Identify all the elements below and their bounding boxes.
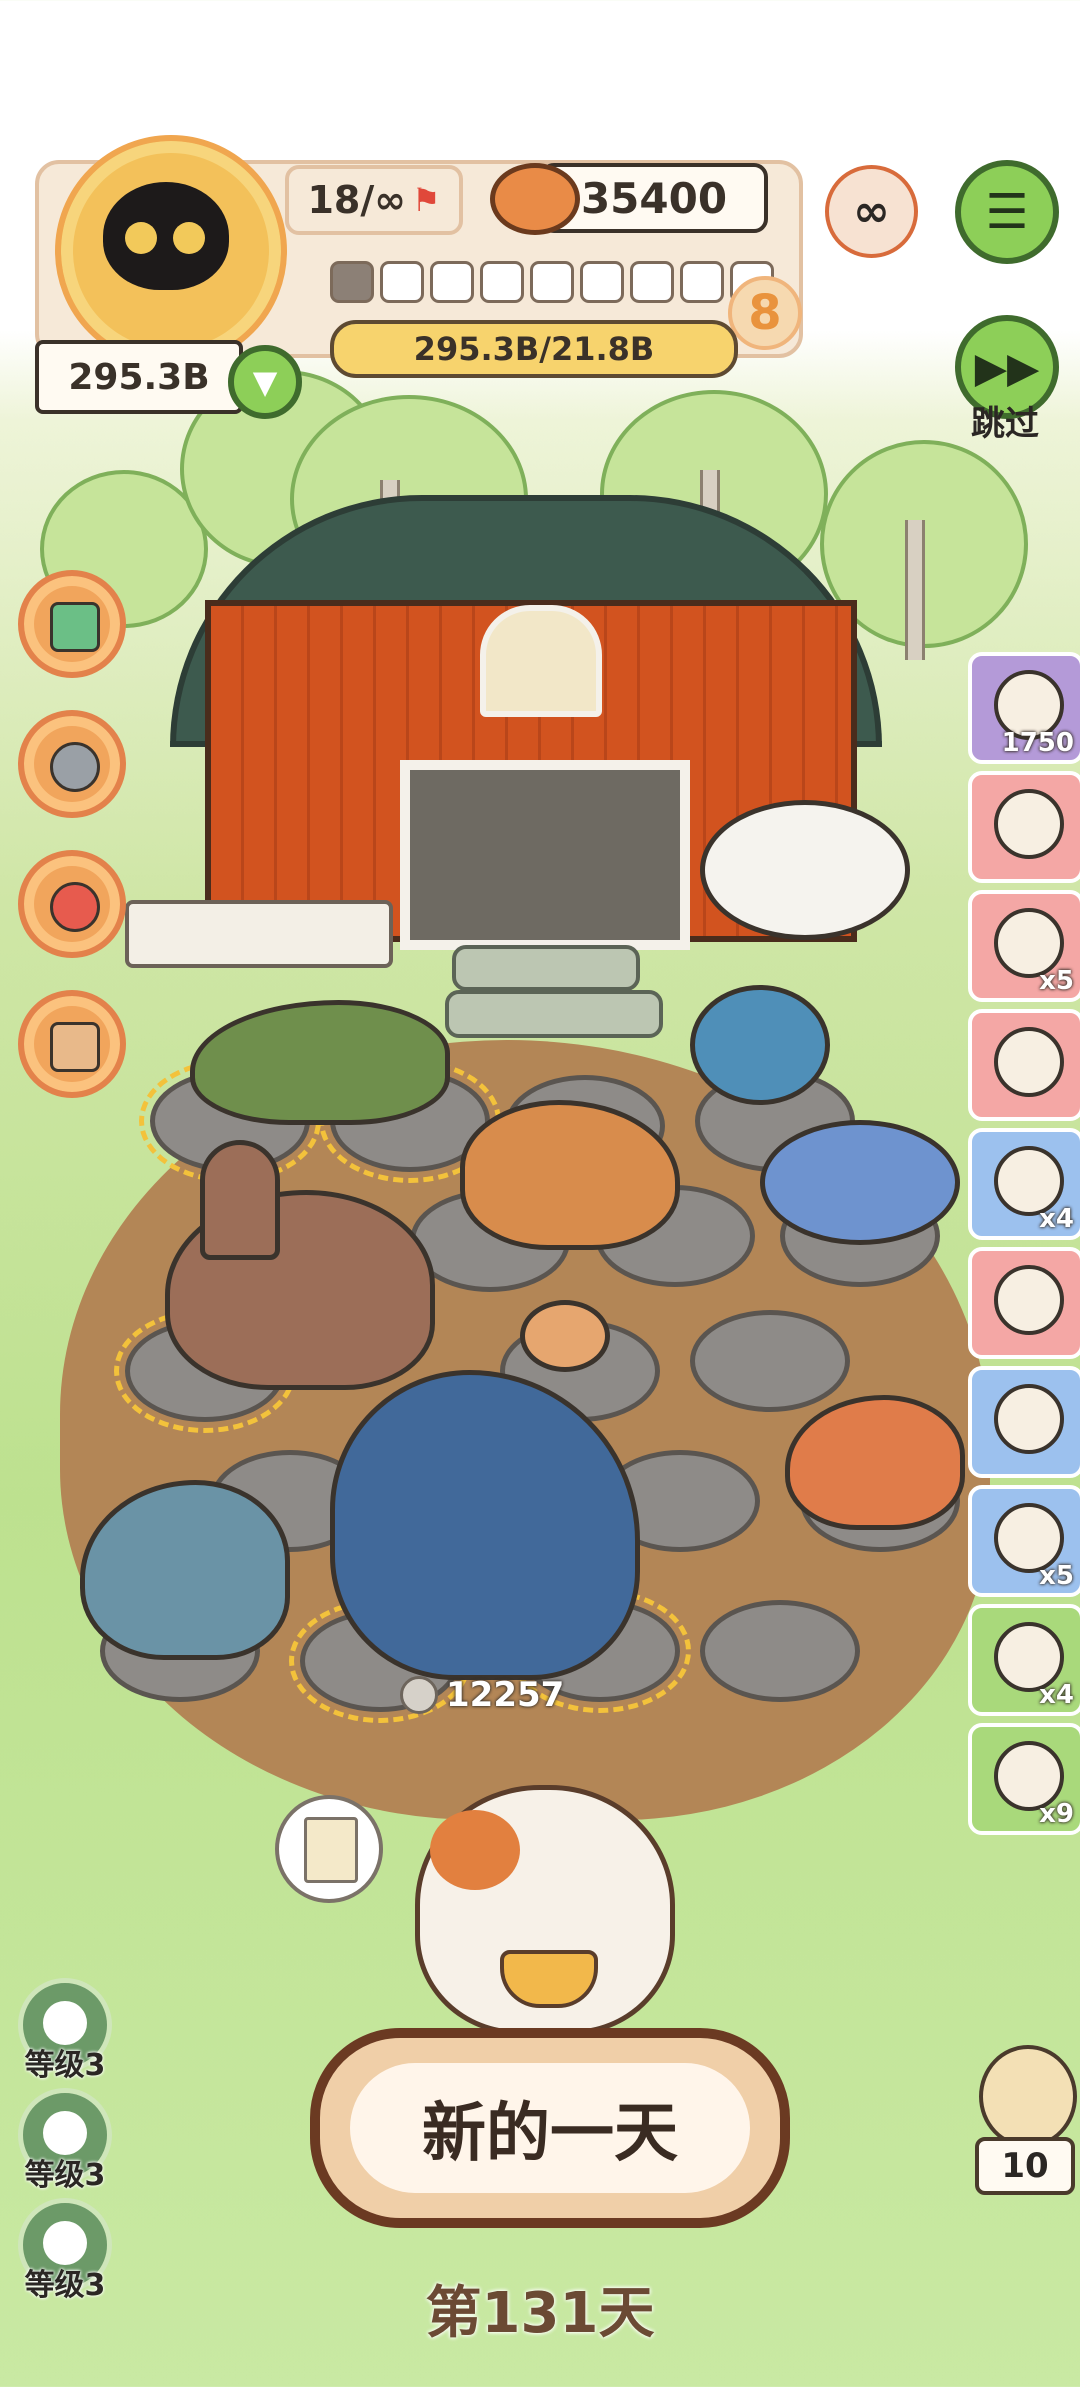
ankylosaurus[interactable] (190, 1000, 450, 1125)
level-number: 8 (728, 276, 802, 350)
skill-level-label: 等级3 (24, 2048, 106, 2083)
cat-eye-right (173, 222, 205, 254)
pterodactyl[interactable] (700, 800, 910, 940)
progress-text: 295.3B/21.8B (413, 330, 655, 368)
egg-count: 10 (975, 2137, 1075, 2195)
cat-silhouette-icon (43, 2111, 87, 2155)
handheld-game-icon (50, 602, 100, 652)
progress-segment (430, 261, 474, 303)
item-badge: x5 (1039, 966, 1074, 996)
character-button[interactable] (18, 850, 126, 958)
skip-label: 跳过 (971, 404, 1039, 444)
item-badge: x4 (1039, 1204, 1074, 1234)
box-icon (50, 1022, 100, 1072)
handheld-game-button[interactable] (18, 570, 126, 678)
food-bowl-button[interactable] (18, 710, 126, 818)
new-day-button[interactable]: 新的一天 (310, 2028, 790, 2228)
fossil-shop-card[interactable]: 1750 (968, 652, 1080, 764)
level-progress-bar: 295.3B/21.8B (330, 320, 738, 378)
carrot-planter (125, 900, 393, 968)
coin-count: 35400 (580, 173, 728, 223)
hamster[interactable] (520, 1300, 610, 1372)
certificate-bubble[interactable] (275, 1795, 383, 1903)
fast-forward-icon: ▶▶ (974, 342, 1040, 392)
flag-icon: ⚑ (411, 181, 441, 219)
lucky-cat-bowl (500, 1950, 598, 2008)
can-item-card[interactable]: x5 (968, 1485, 1080, 1597)
barn-door (400, 760, 690, 950)
cat-silhouette-icon (43, 2001, 87, 2045)
new-day-label: 新的一天 (350, 2063, 750, 2193)
currency-text: 295.3B (68, 356, 210, 398)
box-button[interactable] (18, 990, 126, 1098)
currency-expand-button[interactable]: ▼ (228, 345, 302, 419)
cat-silhouette-icon (43, 2221, 87, 2265)
item-badge: x4 (1039, 1680, 1074, 1710)
brontosaurus-brown-neck (200, 1140, 280, 1260)
fossil-icon (400, 1676, 438, 1714)
bag-item-card[interactable]: x5 (968, 890, 1080, 1002)
item-badge: x5 (1039, 1561, 1074, 1591)
tent-item-card[interactable]: x4 (968, 1604, 1080, 1716)
jar-icon (994, 1384, 1064, 1454)
cat-eye-left (125, 222, 157, 254)
skill-level-label: 等级3 (24, 2268, 106, 2303)
item-badge: x9 (1039, 1799, 1074, 1829)
jar-item-card[interactable] (968, 1366, 1080, 1478)
bowl-icon (50, 742, 100, 792)
stepping-stone (445, 990, 663, 1038)
ticket-item-card[interactable]: x9 (968, 1723, 1080, 1835)
potion-icon (994, 1265, 1064, 1335)
barn-hayloft (480, 605, 602, 717)
fossil-pad[interactable] (690, 1310, 850, 1412)
lucky-cat-icon (50, 882, 100, 932)
level-progress-segments (330, 260, 774, 304)
potion-item-card[interactable] (968, 1247, 1080, 1359)
blue-raptor[interactable] (690, 985, 830, 1105)
skill-level-label: 等级3 (24, 2158, 106, 2193)
paw-plus-item-card[interactable] (968, 1009, 1080, 1121)
menu-button[interactable]: ☰ (955, 160, 1059, 264)
black-cat-avatar-icon (103, 182, 229, 290)
donut-item-card[interactable]: x4 (968, 1128, 1080, 1240)
day-counter: 第131天 (425, 2281, 655, 2346)
fossil-pad[interactable] (700, 1600, 860, 1702)
lucky-cat-patch (430, 1810, 520, 1890)
list-icon: ☰ (985, 184, 1029, 240)
progress-segment (330, 261, 374, 303)
population-text: 18/∞ (307, 178, 406, 222)
progress-segment (680, 261, 724, 303)
currency-display: 295.3B (35, 340, 243, 414)
population-display: 18/∞ ⚑ (285, 165, 463, 235)
lucky-cat[interactable] (415, 1785, 675, 2035)
progress-segment (580, 261, 624, 303)
paw-plus-icon (994, 1027, 1064, 1097)
progress-segment (630, 261, 674, 303)
tree-trunk (905, 520, 925, 660)
chick-icon (979, 2045, 1077, 2148)
stepping-stone (452, 945, 640, 991)
fossil-counter: 12257 (400, 1672, 564, 1718)
skeleton-item-card[interactable] (968, 771, 1080, 883)
item-badge: 1750 (1001, 728, 1074, 758)
chick-button[interactable]: 10 (975, 2045, 1077, 2195)
certificate-icon (304, 1817, 358, 1883)
progress-segment (380, 261, 424, 303)
plesiosaur[interactable] (760, 1120, 960, 1245)
skeleton-icon (994, 789, 1064, 859)
cat-food-can-icon (490, 163, 580, 235)
progress-segment (530, 261, 574, 303)
chevron-down-icon: ▼ (252, 363, 278, 401)
progress-segment (480, 261, 524, 303)
infinity-badge-icon[interactable]: ∞ (825, 165, 918, 258)
fossil-count: 12257 (446, 1675, 565, 1715)
